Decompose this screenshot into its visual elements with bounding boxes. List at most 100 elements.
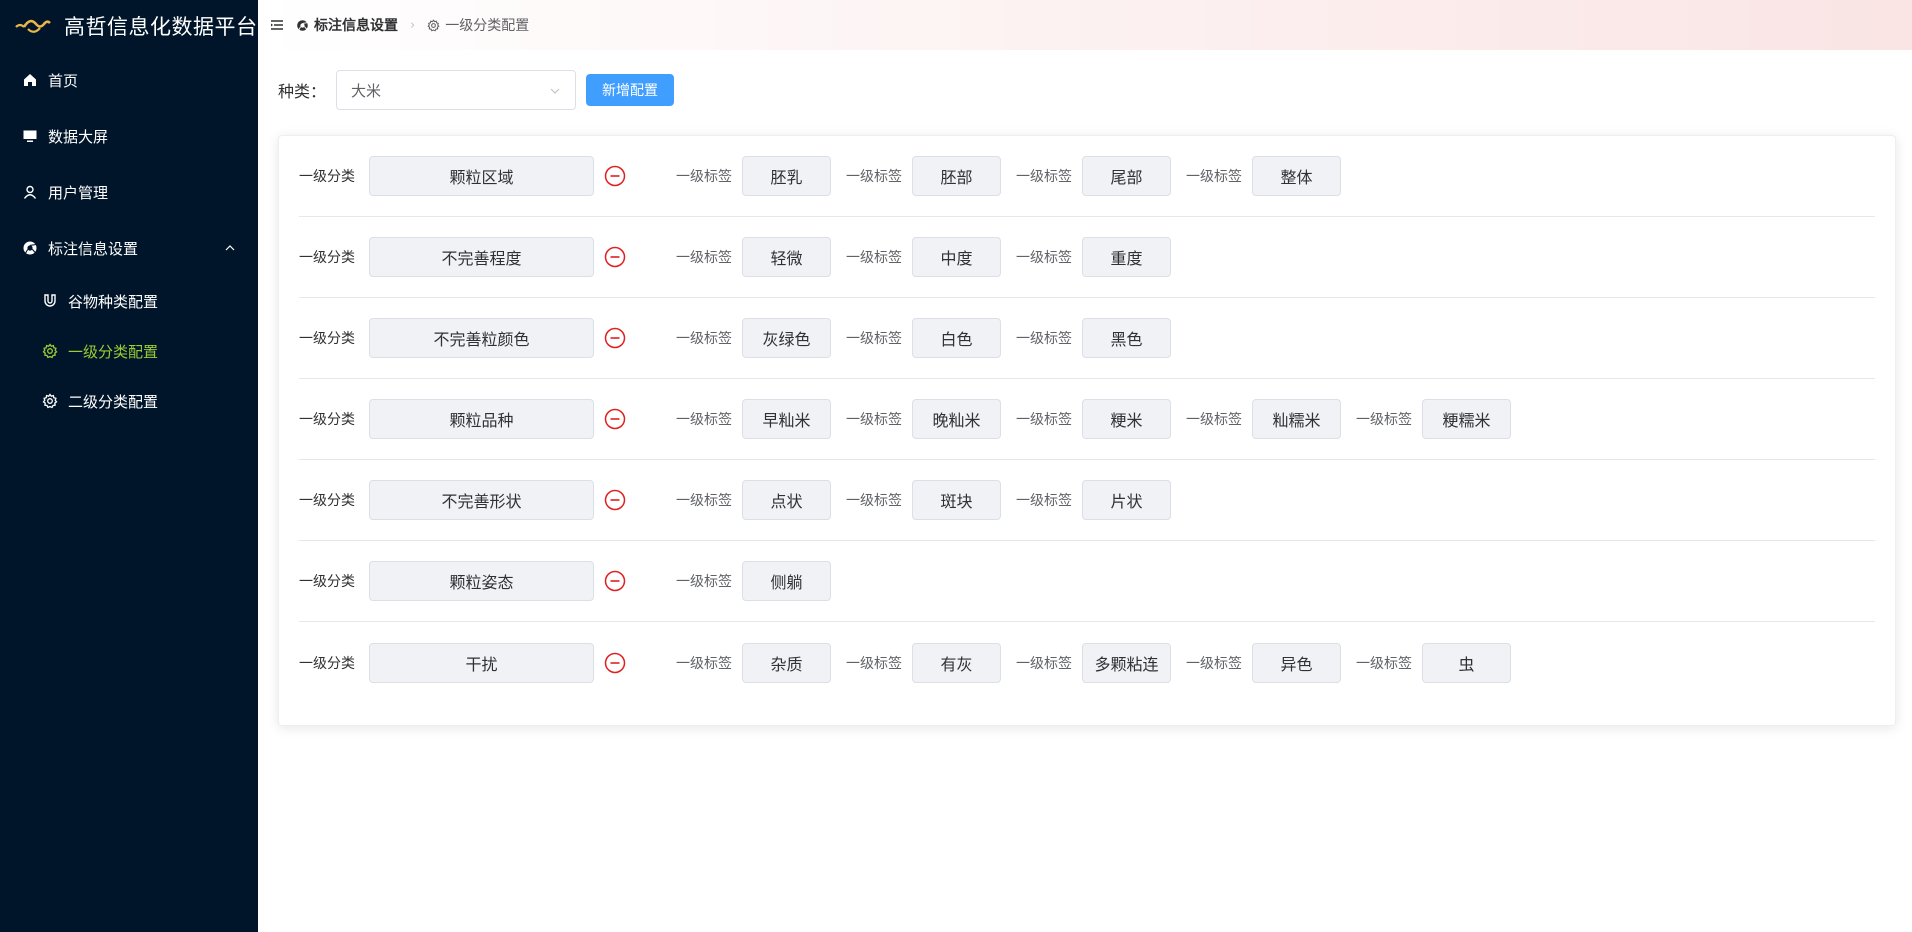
tag-input[interactable]: 灰绿色 xyxy=(742,318,831,358)
category-input[interactable]: 颗粒品种 xyxy=(369,399,594,439)
chrome-icon xyxy=(297,19,308,31)
tag-input[interactable]: 虫 xyxy=(1422,642,1511,683)
tag-list: 一级标签 胚乳 一级标签 胚部 一级标签 尾部 一级标签 整体 xyxy=(676,156,1356,196)
category-input[interactable]: 颗粒姿态 xyxy=(369,561,594,601)
tag-label: 一级标签 xyxy=(676,250,732,266)
logo-icon xyxy=(15,19,51,33)
remove-icon[interactable] xyxy=(604,165,626,187)
tag-group: 一级标签 尾部 xyxy=(1016,156,1171,196)
tag-input[interactable]: 轻微 xyxy=(742,237,831,277)
tag-input[interactable]: 重度 xyxy=(1082,237,1171,277)
remove-icon[interactable] xyxy=(604,408,626,430)
tag-input[interactable]: 籼糯米 xyxy=(1252,399,1341,439)
sidebar-item-users[interactable]: 用户管理 xyxy=(0,164,258,220)
tag-group: 一级标签 有灰 xyxy=(846,642,1001,683)
breadcrumb-separator: › xyxy=(410,17,416,33)
category-input[interactable]: 不完善形状 xyxy=(369,480,594,520)
tag-input[interactable]: 异色 xyxy=(1252,642,1341,683)
category-input[interactable]: 不完善程度 xyxy=(369,237,594,277)
sidebar-subitem-level1[interactable]: 一级分类配置 xyxy=(0,326,258,376)
tag-label: 一级标签 xyxy=(676,655,732,672)
tag-label: 一级标签 xyxy=(676,331,732,347)
tag-group: 一级标签 中度 xyxy=(846,237,1001,277)
tag-input[interactable]: 侧躺 xyxy=(742,561,831,601)
tag-input[interactable]: 点状 xyxy=(742,480,831,520)
breadcrumb-item-annotation[interactable]: 标注信息设置 xyxy=(296,15,398,35)
tag-group: 一级标签虫 xyxy=(1356,642,1511,683)
tag-group: 一级标签 异色 xyxy=(1186,642,1341,683)
tag-group: 一级标签 早籼米 xyxy=(676,399,831,439)
tag-group: 一级标签 粳米 xyxy=(1016,399,1171,439)
add-config-button[interactable]: 新增配置 xyxy=(586,74,675,106)
sidebar-item-annotation-settings[interactable]: 标注信息设置 xyxy=(0,220,258,276)
tag-group: 一级标签 籼糯米 xyxy=(1186,399,1341,439)
tag-list: 一级标签 灰绿色 一级标签 白色 一级标签 黑色 xyxy=(676,318,1186,358)
tag-label: 一级标签 xyxy=(1016,169,1072,185)
sidebar-subitem-grain-type[interactable]: 谷物种类配置 xyxy=(0,276,258,326)
gear-icon xyxy=(42,343,58,359)
tag-input[interactable]: 有灰 xyxy=(912,642,1001,683)
tag-input[interactable]: 胚部 xyxy=(912,156,1001,196)
tag-input[interactable]: 片状 xyxy=(1082,480,1171,520)
tag-input[interactable]: 早籼米 xyxy=(742,399,831,439)
tag-group: 一级标签 整体 xyxy=(1186,156,1341,196)
tag-list: 一级标签 点状 一级标签 斑块 一级标签 片状 xyxy=(676,480,1186,520)
tag-input[interactable]: 晚籼米 xyxy=(912,399,1001,439)
config-row: 一级分类 不完善粒颜色 一级标签 灰绿色 一级标签 白色 一级标签 黑色 xyxy=(299,298,1875,379)
category-label: 一级分类 xyxy=(299,412,355,428)
category-input[interactable]: 不完善粒颜色 xyxy=(369,318,594,358)
tag-input[interactable]: 中度 xyxy=(912,237,1001,277)
category-label: 一级分类 xyxy=(299,169,355,185)
toolbar: 种类： 大米 新增配置 xyxy=(278,70,675,110)
sidebar-menu: 首页 数据大屏 用户管理 标注信息设置 谷物种类配置 一级分类配置 二级分类配置 xyxy=(0,52,258,426)
tag-label: 一级标签 xyxy=(1016,250,1072,266)
tag-group: 一级标签 侧躺 xyxy=(676,561,831,601)
breadcrumb: 标注信息设置 › 一级分类配置 xyxy=(296,15,529,35)
tag-group: 一级标签 黑色 xyxy=(1016,318,1171,358)
app-title: 高哲信息化数据平台 xyxy=(64,15,258,39)
user-icon xyxy=(22,184,38,200)
tag-input[interactable]: 粳糯米 xyxy=(1422,399,1511,439)
menu-fold-icon[interactable] xyxy=(270,18,284,32)
tag-group: 一级标签 灰绿色 xyxy=(676,318,831,358)
type-select[interactable]: 大米 xyxy=(336,70,577,110)
tag-input[interactable]: 多颗粘连 xyxy=(1082,642,1171,683)
tag-input[interactable]: 胚乳 xyxy=(742,156,831,196)
remove-icon[interactable] xyxy=(604,489,626,511)
tag-input[interactable]: 尾部 xyxy=(1082,156,1171,196)
type-select-value: 大米 xyxy=(351,81,382,100)
sidebar-item-label: 用户管理 xyxy=(48,183,109,202)
category-input[interactable]: 干扰 xyxy=(369,642,594,683)
sidebar-subitem-label: 一级分类配置 xyxy=(68,342,159,361)
chevron-down-icon xyxy=(550,88,560,94)
remove-icon[interactable] xyxy=(604,570,626,592)
tag-group: 一级标签 斑块 xyxy=(846,480,1001,520)
tag-input[interactable]: 整体 xyxy=(1252,156,1341,196)
tag-label: 一级标签 xyxy=(676,493,732,509)
sidebar-item-label: 数据大屏 xyxy=(48,127,109,146)
tag-list: 一级标签 侧躺 xyxy=(676,561,846,601)
tag-input[interactable]: 粳米 xyxy=(1082,399,1171,439)
remove-icon[interactable] xyxy=(604,652,626,674)
tag-list: 一级标签 轻微 一级标签 中度 一级标签 重度 xyxy=(676,237,1186,277)
tag-group: 一级标签 杂质 xyxy=(676,642,831,683)
tag-label: 一级标签 xyxy=(846,169,902,185)
tag-group: 一级标签 粳糯米 xyxy=(1356,399,1511,439)
sidebar-subitem-level2[interactable]: 二级分类配置 xyxy=(0,376,258,426)
category-input[interactable]: 颗粒区域 xyxy=(369,156,594,196)
category-label: 一级分类 xyxy=(299,493,355,509)
type-label: 种类： xyxy=(278,82,327,101)
remove-icon[interactable] xyxy=(604,246,626,268)
tag-input[interactable]: 黑色 xyxy=(1082,318,1171,358)
remove-icon[interactable] xyxy=(604,327,626,349)
tag-label: 一级标签 xyxy=(1016,655,1072,672)
tag-input[interactable]: 杂质 xyxy=(742,642,831,683)
sidebar-item-dashboard[interactable]: 数据大屏 xyxy=(0,108,258,164)
tag-label: 一级标签 xyxy=(676,574,732,590)
tag-group: 一级标签 晚籼米 xyxy=(846,399,1001,439)
topbar: 标注信息设置 › 一级分类配置 xyxy=(258,0,1912,50)
tag-input[interactable]: 斑块 xyxy=(912,480,1001,520)
tag-input[interactable]: 白色 xyxy=(912,318,1001,358)
tag-label: 一级标签 xyxy=(1016,412,1072,428)
sidebar-item-home[interactable]: 首页 xyxy=(0,52,258,108)
